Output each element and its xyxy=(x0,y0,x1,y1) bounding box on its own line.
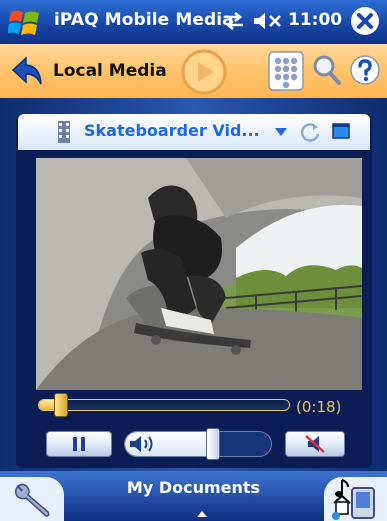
seek-thumb[interactable] xyxy=(53,393,68,417)
mute-icon xyxy=(305,435,325,453)
mute-button[interactable] xyxy=(285,431,345,457)
film-icon xyxy=(58,121,70,143)
title-bar: iPAQ Mobile Media 11:00 xyxy=(0,0,387,44)
connectivity-icon[interactable] xyxy=(222,9,246,33)
volume-muted-icon[interactable] xyxy=(252,9,288,33)
search-icon[interactable] xyxy=(312,54,342,86)
pause-icon xyxy=(73,437,85,451)
toolbar: Local Media xyxy=(0,44,387,99)
windows-start-icon[interactable] xyxy=(8,6,42,40)
device-icon[interactable] xyxy=(330,478,384,520)
toolbar-title: Local Media xyxy=(53,61,167,81)
pause-button[interactable] xyxy=(46,431,112,457)
elapsed-time: (0:18) xyxy=(296,398,342,416)
repeat-icon[interactable] xyxy=(299,121,321,143)
video-title[interactable]: Skateboarder Vid... xyxy=(84,121,260,140)
clock[interactable]: 11:00 xyxy=(288,10,342,30)
help-icon[interactable] xyxy=(349,54,381,86)
app-title: iPAQ Mobile Media xyxy=(54,10,234,30)
video-frame[interactable] xyxy=(36,158,362,390)
keypad-icon[interactable] xyxy=(268,51,304,91)
close-icon[interactable] xyxy=(349,5,381,37)
fullscreen-icon[interactable] xyxy=(332,123,350,139)
play-icon[interactable] xyxy=(180,49,228,95)
seek-bar[interactable] xyxy=(38,399,290,411)
up-arrow-icon[interactable] xyxy=(197,511,207,517)
volume-thumb[interactable] xyxy=(205,428,220,460)
dropdown-arrow-icon[interactable] xyxy=(274,126,288,138)
speaker-icon xyxy=(130,436,153,452)
back-arrow-icon[interactable] xyxy=(10,54,44,88)
video-image xyxy=(36,158,362,390)
